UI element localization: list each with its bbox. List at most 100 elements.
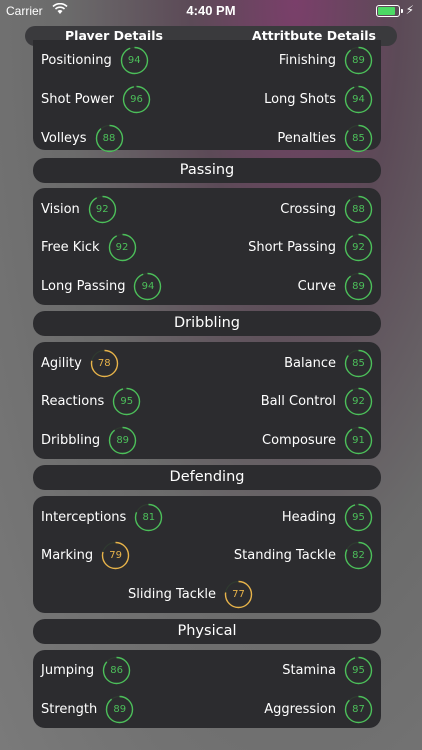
rating-value: 94 — [141, 280, 155, 292]
attribute-row: Agility 78 Balance 85 — [33, 348, 381, 378]
rating-value: 92 — [352, 241, 365, 253]
charging-icon: ⚡ — [405, 3, 414, 17]
attribute-reactions: Reactions 95 — [41, 386, 141, 416]
attribute-positioning: Positioning 94 — [41, 45, 149, 75]
attribute-row: Vision 92 Crossing 88 — [33, 194, 381, 224]
rating-value: 91 — [352, 434, 365, 446]
battery-icon — [376, 5, 403, 17]
attribute-short-passing: Short Passing 92 — [248, 232, 373, 262]
rating-value: 85 — [352, 132, 365, 144]
rating-ring: 89 — [344, 46, 373, 75]
section-header-defending: Defending — [33, 465, 381, 490]
rating-value: 94 — [127, 54, 141, 66]
attribute-crossing: Crossing 88 — [280, 194, 373, 224]
attribute-free-kick: Free Kick 92 — [41, 232, 137, 262]
attribute-label: Finishing — [278, 52, 336, 68]
rating-ring: 94 — [344, 85, 373, 114]
rating-ring: 92 — [108, 233, 137, 262]
rating-ring: 87 — [344, 695, 373, 724]
attribute-label: Strength — [41, 701, 98, 717]
rating-ring: 95 — [112, 387, 141, 416]
attribute-label: Stamina — [282, 662, 336, 678]
attribute-label: Reactions — [41, 393, 105, 409]
section-card-dribbling: Agility 78 Balance 85 Reactions 95 Ball Contro… — [33, 342, 381, 459]
attribute-interceptions: Interceptions 81 — [41, 502, 163, 532]
rating-ring: 85 — [344, 349, 373, 378]
attribute-label: Aggression — [264, 701, 336, 717]
rating-value: 86 — [110, 664, 123, 676]
rating-ring: 92 — [344, 387, 373, 416]
attribute-heading: Heading 95 — [282, 502, 373, 532]
attribute-label: Jumping — [41, 662, 95, 678]
rating-ring: 85 — [344, 124, 373, 153]
attribute-label: Penalties — [277, 130, 336, 146]
attribute-ball-control: Ball Control 92 — [261, 386, 373, 416]
rating-value: 88 — [352, 203, 365, 215]
rating-value: 92 — [95, 203, 109, 215]
section-header-dribbling: Dribbling — [33, 311, 381, 336]
rating-value: 88 — [102, 132, 116, 144]
rating-ring: 88 — [95, 124, 124, 153]
attribute-stamina: Stamina 95 — [282, 655, 373, 685]
attribute-row: Jumping 86 Stamina 95 — [33, 655, 381, 685]
attribute-jumping: Jumping 86 — [41, 655, 131, 685]
rating-ring: 77 — [224, 580, 253, 609]
attribute-curve: Curve 89 — [298, 271, 373, 301]
attribute-row: Volleys 88 Penalties 85 — [33, 123, 381, 153]
attribute-marking: Marking 79 — [41, 540, 130, 570]
rating-ring: 89 — [108, 426, 137, 455]
rating-value: 89 — [116, 434, 130, 446]
rating-value: 82 — [352, 549, 365, 561]
attribute-label: Interceptions — [41, 509, 127, 525]
attribute-row: Marking 79 Standing Tackle 82 — [33, 540, 381, 570]
section-header-passing: Passing — [33, 158, 381, 183]
attribute-row: Positioning 94 Finishing 89 — [33, 45, 381, 75]
rating-value: 87 — [352, 703, 365, 715]
attribute-composure: Composure 91 — [262, 425, 373, 455]
attribute-aggression: Aggression 87 — [264, 694, 373, 724]
attribute-label: Long Shots — [264, 91, 336, 107]
rating-value: 94 — [352, 93, 365, 105]
attribute-label: Sliding Tackle — [128, 586, 217, 602]
attribute-label: Ball Control — [260, 393, 336, 409]
attribute-label: Short Passing — [248, 239, 336, 255]
attribute-label: Positioning — [41, 52, 112, 68]
rating-value: 89 — [352, 280, 365, 292]
rating-ring: 78 — [90, 349, 119, 378]
attribute-label: Free Kick — [41, 239, 100, 255]
attribute-label: Shot Power — [41, 91, 114, 107]
rating-ring: 95 — [344, 503, 373, 532]
rating-ring: 92 — [88, 195, 117, 224]
attribute-label: Dribbling — [41, 432, 101, 448]
attribute-row: Dribbling 89 Composure 91 — [33, 425, 381, 455]
attribute-standing-tackle: Standing Tackle 82 — [234, 540, 373, 570]
rating-ring: 79 — [101, 541, 130, 570]
attribute-label: Composure — [262, 432, 336, 448]
section-card-passing: Vision 92 Crossing 88 Free Kick 92 Short Passi… — [33, 188, 381, 305]
rating-ring: 81 — [134, 503, 163, 532]
attribute-dribbling: Dribbling 89 — [41, 425, 137, 455]
attribute-volleys: Volleys 88 — [41, 123, 124, 153]
rating-value: 95 — [120, 395, 134, 407]
attribute-shot-power: Shot Power 96 — [41, 84, 151, 114]
rating-ring: 88 — [344, 195, 373, 224]
attribute-row: Strength 89 Aggression 87 — [33, 694, 381, 724]
rating-value: 81 — [142, 511, 156, 523]
section-card-defending: Interceptions 81 Heading 95 Marking 79 Standin… — [33, 496, 381, 613]
status-bar: Carrier 4:40 PM ⚡ — [0, 0, 422, 22]
attribute-agility: Agility 78 — [41, 348, 119, 378]
section-header-physical: Physical — [33, 619, 381, 644]
rating-ring: 92 — [344, 233, 373, 262]
attribute-row: Reactions 95 Ball Control 92 — [33, 386, 381, 416]
rating-ring: 86 — [102, 656, 131, 685]
attribute-penalties: Penalties 85 — [277, 123, 373, 153]
attribute-label: Agility — [41, 355, 82, 371]
rating-value: 89 — [352, 54, 365, 66]
rating-value: 77 — [232, 588, 245, 600]
attribute-label: Vision — [41, 201, 80, 217]
rating-value: 92 — [115, 241, 129, 253]
attribute-label: Heading — [281, 509, 336, 525]
rating-ring: 89 — [344, 272, 373, 301]
clock: 4:40 PM — [186, 3, 236, 18]
rating-value: 79 — [109, 549, 123, 561]
